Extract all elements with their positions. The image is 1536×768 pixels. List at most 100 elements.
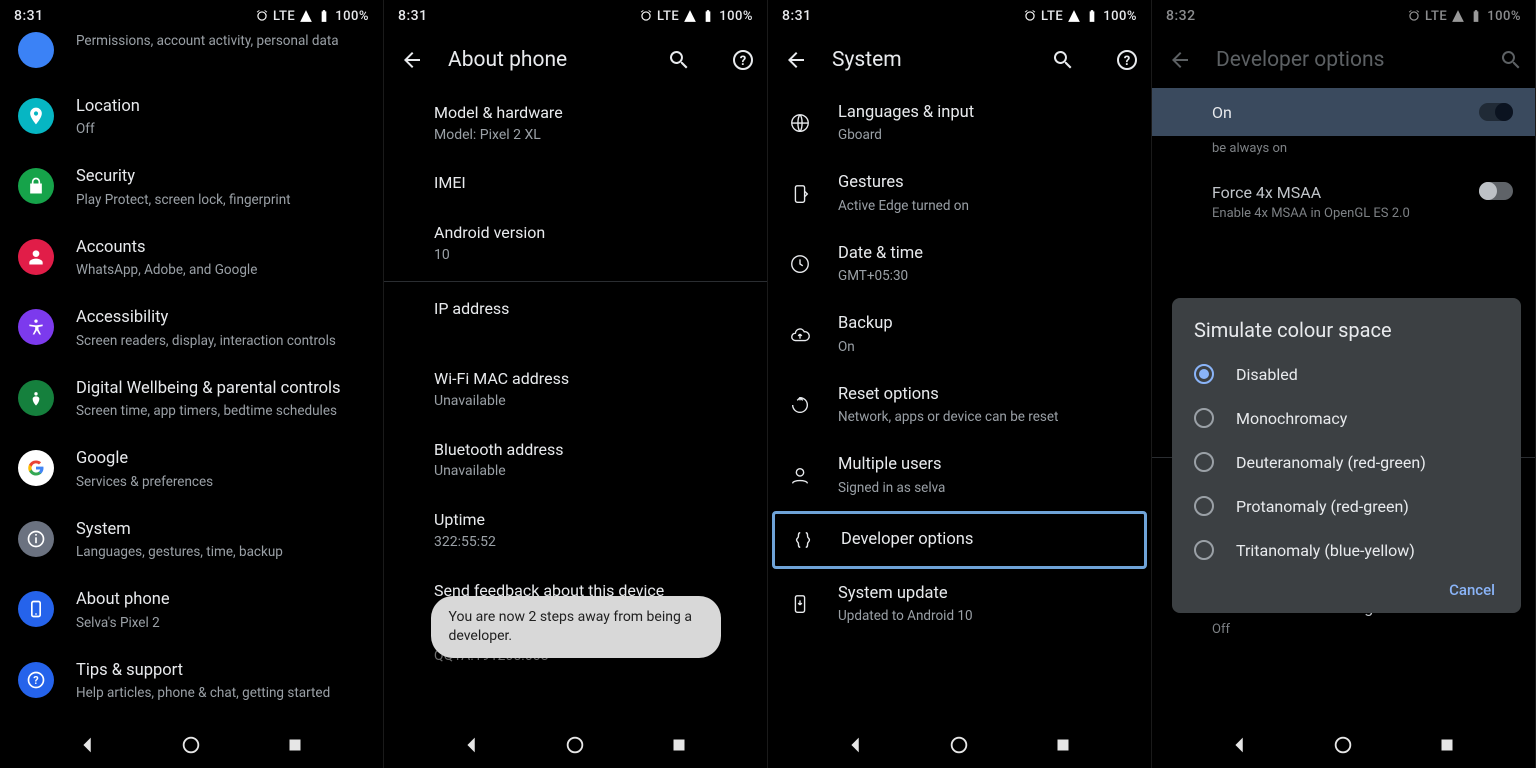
panel-about-phone: 8:31 LTE 100% About phone ? Model & hard… <box>384 0 768 768</box>
help-icon[interactable]: ? <box>731 48 755 72</box>
settings-item-location[interactable]: Location Off <box>0 82 383 152</box>
radio-icon[interactable] <box>1194 496 1214 516</box>
search-icon[interactable] <box>667 48 691 72</box>
about-item-sub <box>434 321 747 340</box>
system-item-developer-options[interactable]: Developer options <box>775 514 1144 566</box>
help-icon[interactable]: ? <box>1115 48 1139 72</box>
search-icon[interactable] <box>1499 48 1523 72</box>
settings-item-label: Accounts <box>76 237 365 259</box>
about-item-label: Wi-Fi MAC address <box>434 368 747 390</box>
braces-icon <box>791 528 815 552</box>
settings-item-sub: Services & preferences <box>76 473 365 491</box>
cancel-button[interactable]: Cancel <box>1441 575 1503 605</box>
nav-back[interactable] <box>461 734 483 756</box>
nav-back[interactable] <box>77 734 99 756</box>
msaa-switch[interactable] <box>1479 182 1513 200</box>
about-uptime[interactable]: Uptime 322:55:52 <box>384 495 767 565</box>
svg-text:?: ? <box>33 674 38 687</box>
about-wifi-mac[interactable]: Wi-Fi MAC address Unavailable <box>384 354 767 424</box>
about-bt[interactable]: Bluetooth address Unavailable <box>384 425 767 495</box>
system-item-update[interactable]: System updateUpdated to Android 10 <box>768 569 1151 639</box>
google-icon <box>18 450 54 486</box>
about-item-sub: Model: Pixel 2 XL <box>434 126 747 145</box>
user-icon <box>788 464 812 488</box>
nav-home[interactable] <box>180 734 202 756</box>
system-item-datetime[interactable]: Date & timeGMT+05:30 <box>768 229 1151 299</box>
about-model[interactable]: Model & hardware Model: Pixel 2 XL <box>384 88 767 158</box>
about-list[interactable]: Model & hardware Model: Pixel 2 XL IMEI … <box>384 88 767 722</box>
settings-item-tips[interactable]: ? Tips & support Help articles, phone & … <box>0 646 383 716</box>
radio-icon[interactable] <box>1194 364 1214 384</box>
nav-recent[interactable] <box>284 734 306 756</box>
radio-option-protanomaly[interactable]: Protanomaly (red-green) <box>1172 484 1521 528</box>
system-item-users[interactable]: Multiple usersSigned in as selva <box>768 440 1151 510</box>
divider <box>384 281 767 282</box>
settings-item-accessibility[interactable]: Accessibility Screen readers, display, i… <box>0 293 383 363</box>
system-item-sub: Signed in as selva <box>838 479 1131 497</box>
system-item-gestures[interactable]: GesturesActive Edge turned on <box>768 158 1151 228</box>
settings-item-sub: Selva's Pixel 2 <box>76 614 365 632</box>
settings-item-wellbeing[interactable]: Digital Wellbeing & parental controls Sc… <box>0 364 383 434</box>
master-switch[interactable] <box>1479 103 1513 121</box>
highlight-developer-options: Developer options <box>772 511 1147 569</box>
alarm-icon <box>1023 9 1037 23</box>
info-icon <box>18 521 54 557</box>
privacy-icon <box>18 32 54 68</box>
titlebar: About phone ? <box>384 32 767 88</box>
nav-recent[interactable] <box>1052 734 1074 756</box>
panel-system: 8:31 LTE 100% System ? Languages & input… <box>768 0 1152 768</box>
back-button[interactable] <box>1168 48 1192 72</box>
settings-item-sub: Help articles, phone & chat, getting sta… <box>76 684 365 702</box>
radio-option-tritanomaly[interactable]: Tritanomaly (blue-yellow) <box>1172 528 1521 572</box>
dev-item-msaa[interactable]: Force 4x MSAA Enable 4x MSAA in OpenGL E… <box>1152 170 1535 235</box>
system-item-languages[interactable]: Languages & inputGboard <box>768 88 1151 158</box>
nav-home[interactable] <box>564 734 586 756</box>
radio-option-monochromacy[interactable]: Monochromacy <box>1172 396 1521 440</box>
radio-option-deuteranomaly[interactable]: Deuteranomaly (red-green) <box>1172 440 1521 484</box>
nav-home[interactable] <box>1332 734 1354 756</box>
search-icon[interactable] <box>1051 48 1075 72</box>
settings-item-accounts[interactable]: Accounts WhatsApp, Adobe, and Google <box>0 223 383 293</box>
settings-list[interactable]: Permissions, account activity, personal … <box>0 32 383 722</box>
system-item-sub: Gboard <box>838 126 1131 144</box>
about-android-version[interactable]: Android version 10 <box>384 208 767 278</box>
battery-icon <box>317 9 331 23</box>
phone-icon <box>18 591 54 627</box>
radio-icon[interactable] <box>1194 452 1214 472</box>
nav-recent[interactable] <box>1436 734 1458 756</box>
radio-label: Protanomaly (red-green) <box>1236 497 1409 516</box>
settings-item-label: System <box>76 519 365 541</box>
radio-option-disabled[interactable]: Disabled <box>1172 352 1521 396</box>
battery-icon <box>1469 9 1483 23</box>
settings-item-privacy[interactable]: Permissions, account activity, personal … <box>0 32 383 82</box>
system-item-reset[interactable]: Reset options Network, apps or device can… <box>768 370 1151 440</box>
back-button[interactable] <box>784 48 808 72</box>
settings-item-about[interactable]: About phone Selva's Pixel 2 <box>0 575 383 645</box>
system-item-backup[interactable]: BackupOn <box>768 299 1151 369</box>
radio-icon[interactable] <box>1194 540 1214 560</box>
titlebar: System ? <box>768 32 1151 88</box>
battery-icon <box>701 9 715 23</box>
panel-settings-main: 8:31 LTE 100% Permissions, account activ… <box>0 0 384 768</box>
about-ip[interactable]: IP address <box>384 284 767 354</box>
developer-on-toggle-row[interactable]: On <box>1152 88 1535 136</box>
radio-icon[interactable] <box>1194 408 1214 428</box>
system-list[interactable]: Languages & inputGboard GesturesActive E… <box>768 88 1151 722</box>
nav-back[interactable] <box>845 734 867 756</box>
system-item-label: Reset options <box>838 384 1131 406</box>
about-item-sub: 10 <box>434 246 747 265</box>
system-item-sub: GMT+05:30 <box>838 267 1131 285</box>
back-button[interactable] <box>400 48 424 72</box>
page-title: About phone <box>448 48 627 72</box>
nav-back[interactable] <box>1229 734 1251 756</box>
settings-item-security[interactable]: Security Play Protect, screen lock, fing… <box>0 152 383 222</box>
nav-recent[interactable] <box>668 734 690 756</box>
nav-home[interactable] <box>948 734 970 756</box>
system-item-label: System update <box>838 583 1131 605</box>
settings-item-google[interactable]: Google Services & preferences <box>0 434 383 504</box>
dev-item-sub: Off <box>1212 621 1513 639</box>
system-item-sub: Network, apps or device can be reset <box>838 408 1131 426</box>
settings-item-system[interactable]: System Languages, gestures, time, backup <box>0 505 383 575</box>
about-imei[interactable]: IMEI <box>384 158 767 208</box>
nav-bar <box>384 722 767 768</box>
